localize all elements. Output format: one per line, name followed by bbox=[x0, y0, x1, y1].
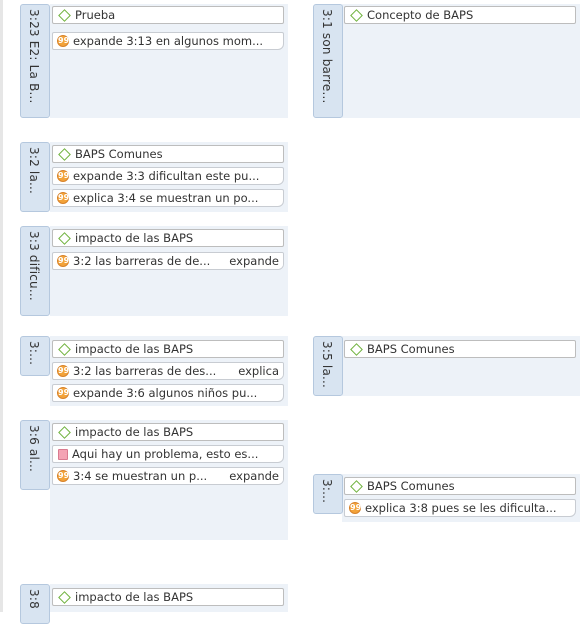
quotation-icon: 99 bbox=[349, 502, 362, 514]
quotation-link-item[interactable]: 99 3:2 las barreras de des... explica bbox=[52, 362, 284, 380]
quotation-label: 3:8 bbox=[27, 589, 41, 609]
code-item[interactable]: BAPS Comunes bbox=[344, 340, 576, 358]
relation-label: explica bbox=[235, 363, 283, 379]
code-item[interactable]: Concepto de BAPS bbox=[344, 6, 576, 24]
left-border bbox=[0, 0, 3, 612]
quotation-icon: 99 bbox=[57, 192, 70, 204]
code-item[interactable]: Prueba bbox=[52, 6, 284, 24]
code-icon bbox=[350, 8, 363, 22]
code-item[interactable]: impacto de las BAPS bbox=[52, 229, 284, 247]
quotation-label: 3:5 la... bbox=[320, 341, 334, 389]
code-icon bbox=[58, 590, 71, 604]
quotation-label: 3:1 son barre... bbox=[320, 9, 334, 104]
code-icon bbox=[58, 342, 71, 356]
quotation-label: 3:23 E2: La B... bbox=[27, 9, 41, 104]
quotation-link-item[interactable]: 99 expande 3:13 en algunos mom... bbox=[52, 32, 284, 50]
quotation-label: 3:2 la... bbox=[27, 147, 41, 195]
memo-item[interactable]: Aqui hay un problema, esto es... bbox=[52, 445, 284, 463]
quotation-tab[interactable]: 3:5 la... bbox=[313, 336, 343, 396]
quotation-label: 3:... bbox=[320, 479, 334, 504]
quotation-label: 3:3 dificu... bbox=[27, 231, 41, 301]
quotation-tab[interactable]: 3:8 bbox=[20, 584, 50, 624]
quotation-icon: 99 bbox=[57, 170, 70, 182]
quotation-icon: 99 bbox=[57, 365, 70, 377]
code-icon bbox=[350, 479, 363, 493]
quotation-tab[interactable]: 3:... bbox=[313, 474, 343, 514]
quotation-icon: 99 bbox=[57, 387, 70, 399]
quotation-link-item[interactable]: 99 expande 3:3 dificultan este pu... bbox=[52, 167, 284, 185]
memo-icon bbox=[58, 448, 68, 460]
quotation-link-item[interactable]: 99 3:4 se muestran un p... expande bbox=[52, 467, 284, 485]
quotation-tab[interactable]: 3:... bbox=[20, 336, 50, 376]
quotation-label: 3:6 al... bbox=[27, 425, 41, 473]
code-item[interactable]: impacto de las BAPS bbox=[52, 340, 284, 358]
quotation-label: 3:... bbox=[27, 341, 41, 366]
quotation-icon: 99 bbox=[57, 35, 70, 47]
code-icon bbox=[58, 425, 71, 439]
code-item[interactable]: BAPS Comunes bbox=[52, 145, 284, 163]
quotation-link-item[interactable]: 99 3:2 las barreras de de... expande bbox=[52, 252, 284, 270]
code-icon bbox=[58, 147, 71, 161]
quotation-link-item[interactable]: 99 explica 3:8 pues se les dificulta... bbox=[344, 499, 576, 517]
quotation-tab[interactable]: 3:1 son barre... bbox=[313, 4, 343, 118]
code-item[interactable]: BAPS Comunes bbox=[344, 477, 576, 495]
quotation-link-item[interactable]: 99 expande 3:6 algunos niños pu... bbox=[52, 384, 284, 402]
quotation-tab[interactable]: 3:23 E2: La B... bbox=[20, 4, 50, 118]
code-icon bbox=[58, 8, 71, 22]
relation-label: expande bbox=[226, 253, 283, 269]
quotation-icon: 99 bbox=[57, 470, 70, 482]
quotation-tab[interactable]: 3:6 al... bbox=[20, 420, 50, 490]
code-icon bbox=[58, 231, 71, 245]
relation-label: expande bbox=[226, 468, 283, 484]
code-item[interactable]: impacto de las BAPS bbox=[52, 588, 284, 606]
quotation-tab[interactable]: 3:2 la... bbox=[20, 142, 50, 212]
quotation-tab[interactable]: 3:3 dificu... bbox=[20, 226, 50, 316]
quotation-link-item[interactable]: 99 explica 3:4 se muestran un po... bbox=[52, 189, 284, 207]
quotation-icon: 99 bbox=[57, 255, 70, 267]
code-item[interactable]: impacto de las BAPS bbox=[52, 423, 284, 441]
code-icon bbox=[350, 342, 363, 356]
